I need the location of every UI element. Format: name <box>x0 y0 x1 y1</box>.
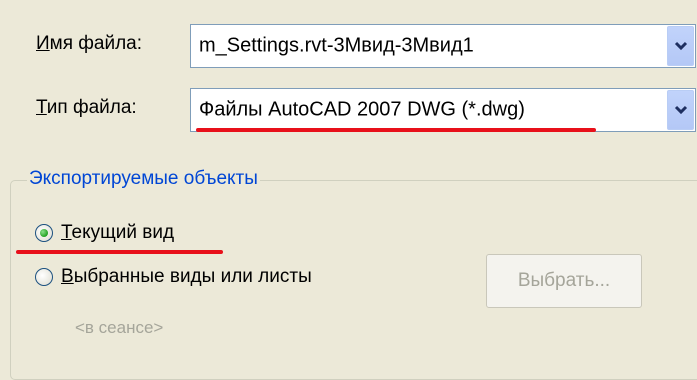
file-type-combo[interactable]: Файлы AutoCAD 2007 DWG (*.dwg) <box>190 88 696 132</box>
session-label: <в сеансе> <box>75 318 164 337</box>
file-name-value: m_Settings.rvt-3Mвид-3Mвид1 <box>199 34 474 57</box>
select-button[interactable]: Выбрать... <box>486 254 642 308</box>
file-name-label-accelerator: И <box>36 33 50 54</box>
radio-selected-views-accelerator: В <box>61 266 74 287</box>
radio-current-view-text: екущий вид <box>71 222 175 243</box>
file-type-value: Файлы AutoCAD 2007 DWG (*.dwg) <box>199 98 525 121</box>
radio-button-selected[interactable] <box>35 224 53 242</box>
radio-selected-views-text: ыбранные виды или листы <box>73 266 312 287</box>
export-objects-title: Экспортируемые объекты <box>27 168 260 190</box>
file-type-highlight-underline <box>196 128 596 132</box>
file-type-dropdown-button[interactable] <box>667 90 694 130</box>
file-name-dropdown-button[interactable] <box>667 26 694 66</box>
radio-current-view-label: Текущий вид <box>61 222 174 244</box>
radio-dot <box>40 229 48 237</box>
file-name-label-text: мя файла: <box>49 33 143 54</box>
radio-current-view[interactable]: Текущий вид <box>35 222 174 244</box>
file-type-label: Тип файла: <box>36 97 137 119</box>
chevron-down-icon <box>674 41 687 51</box>
radio-button-unselected[interactable] <box>35 268 53 286</box>
radio-selected-views[interactable]: Выбранные виды или листы <box>35 266 312 288</box>
file-type-label-accelerator: Т <box>36 97 47 118</box>
file-name-combo[interactable]: m_Settings.rvt-3Mвид-3Mвид1 <box>190 24 696 68</box>
file-name-label: Имя файла: <box>36 33 142 55</box>
chevron-down-icon <box>674 105 687 115</box>
radio-selected-views-label: Выбранные виды или листы <box>61 266 312 288</box>
file-type-label-text: ип файла: <box>46 97 137 118</box>
radio-current-view-accelerator: Т <box>61 222 72 243</box>
current-view-highlight-underline <box>16 250 223 254</box>
